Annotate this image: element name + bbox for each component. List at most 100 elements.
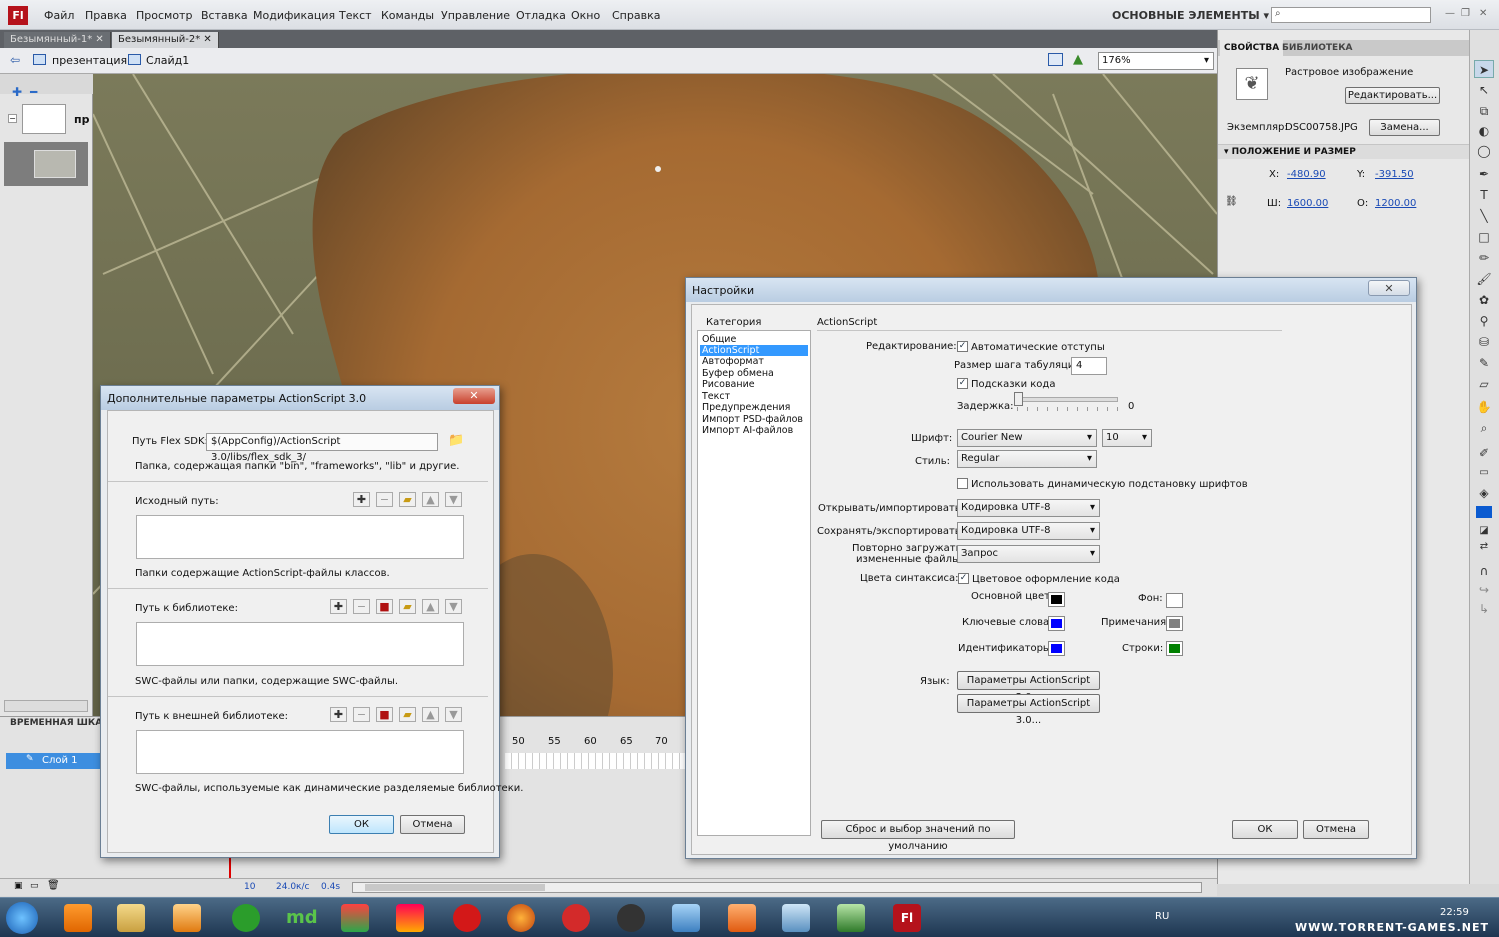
height-value[interactable]: 1200.00 bbox=[1375, 198, 1416, 209]
remove-path-icon[interactable]: − bbox=[353, 707, 370, 722]
new-folder-icon[interactable]: ▭ bbox=[30, 881, 39, 891]
media-player-icon[interactable] bbox=[173, 904, 201, 932]
remove-slide-icon[interactable]: ━ bbox=[30, 85, 37, 99]
remove-path-icon[interactable]: − bbox=[353, 599, 370, 614]
scene-name[interactable]: презентация bbox=[52, 54, 127, 67]
line-tool-icon[interactable]: ╲ bbox=[1474, 207, 1494, 225]
tab-document-2[interactable]: Безымянный-2* ✕ bbox=[112, 32, 219, 48]
selection-tool-icon[interactable]: ➤ bbox=[1474, 60, 1494, 78]
app-icon[interactable] bbox=[562, 904, 590, 932]
stroke-color-icon[interactable]: ✐ bbox=[1474, 444, 1494, 462]
syntax-coloring-checkbox[interactable]: ✓ bbox=[958, 573, 969, 584]
brush-tool-icon[interactable]: 🖌 bbox=[1474, 270, 1494, 288]
menu-window[interactable]: Окно bbox=[571, 9, 600, 22]
library-path-list[interactable] bbox=[136, 622, 464, 666]
md-icon[interactable]: md bbox=[286, 904, 318, 932]
current-frame[interactable]: 10 bbox=[244, 882, 255, 892]
app-icon[interactable] bbox=[341, 904, 369, 932]
delete-layer-icon[interactable]: 🗑 bbox=[47, 880, 60, 891]
collapse-icon[interactable]: − bbox=[8, 114, 17, 123]
cancel-button[interactable]: Отмена bbox=[400, 815, 465, 834]
width-value[interactable]: 1600.00 bbox=[1287, 198, 1328, 209]
lock-ratio-icon[interactable]: ⛓ bbox=[1225, 196, 1238, 207]
add-swc-icon[interactable]: ■ bbox=[376, 707, 393, 722]
app-icon[interactable] bbox=[837, 904, 865, 932]
clock[interactable]: 22:59 bbox=[1440, 907, 1469, 918]
free-transform-icon[interactable]: ⧉ bbox=[1474, 102, 1494, 120]
explorer-icon[interactable] bbox=[117, 904, 145, 932]
opera-icon[interactable] bbox=[453, 904, 481, 932]
slide-thumbnail-selected[interactable] bbox=[4, 142, 88, 186]
3d-rotation-icon[interactable]: ◐ bbox=[1474, 122, 1494, 140]
edit-symbol-icon[interactable]: ▲ bbox=[1073, 52, 1083, 67]
flash-taskbar-icon[interactable]: Fl bbox=[893, 904, 921, 932]
comments-swatch[interactable] bbox=[1166, 616, 1183, 631]
foreground-swatch[interactable] bbox=[1048, 592, 1065, 607]
menu-view[interactable]: Просмотр bbox=[136, 9, 192, 22]
move-down-icon[interactable]: ▼ bbox=[445, 707, 462, 722]
close-icon[interactable]: ✕ bbox=[1479, 8, 1487, 19]
cancel-button[interactable]: Отмена bbox=[1303, 820, 1369, 839]
slide-name[interactable]: Слайд1 bbox=[146, 54, 189, 67]
add-swc-icon[interactable]: ■ bbox=[376, 599, 393, 614]
start-button[interactable] bbox=[6, 902, 38, 934]
browse-folder-icon[interactable]: ▰ bbox=[399, 707, 416, 722]
text-tool-icon[interactable]: T bbox=[1474, 186, 1494, 204]
as3-settings-button[interactable]: Параметры ActionScript 3.0... bbox=[957, 694, 1100, 726]
workspace-switcher[interactable]: ОСНОВНЫЕ ЭЛЕМЕНТЫ ▾ bbox=[1112, 9, 1269, 22]
restore-icon[interactable]: ❐ bbox=[1461, 8, 1470, 19]
app-icon[interactable] bbox=[672, 904, 700, 932]
eraser-icon[interactable]: ▱ bbox=[1474, 375, 1494, 393]
category-clipboard[interactable]: Буфер обмена bbox=[700, 368, 808, 379]
section-position-size[interactable]: ▾ ПОЛОЖЕНИЕ И РАЗМЕР bbox=[1218, 144, 1470, 159]
move-up-icon[interactable]: ▲ bbox=[422, 492, 439, 507]
back-arrow-icon[interactable]: ⇦ bbox=[10, 53, 20, 67]
pencil-tool-icon[interactable]: ✏ bbox=[1474, 249, 1494, 267]
straighten-icon[interactable]: ↳ bbox=[1474, 600, 1494, 618]
fill-color-icon[interactable]: ◈ bbox=[1474, 484, 1494, 502]
category-actionscript[interactable]: ActionScript bbox=[700, 345, 808, 356]
menu-insert[interactable]: Вставка bbox=[201, 9, 248, 22]
category-general[interactable]: Общие bbox=[700, 334, 808, 345]
fill-swatch[interactable] bbox=[1476, 506, 1492, 518]
reset-defaults-button[interactable]: Сброс и выбор значений по умолчанию bbox=[821, 820, 1015, 852]
eyedropper-icon[interactable]: ✎ bbox=[1474, 354, 1494, 372]
menu-debug[interactable]: Отладка bbox=[516, 9, 566, 22]
menu-edit[interactable]: Правка bbox=[85, 9, 127, 22]
smooth-icon[interactable]: ↪ bbox=[1474, 581, 1494, 599]
font-select[interactable]: Courier New bbox=[957, 429, 1097, 447]
dialog-close-button[interactable]: ✕ bbox=[453, 388, 495, 404]
move-up-icon[interactable]: ▲ bbox=[422, 707, 439, 722]
paint-bucket-icon[interactable]: ⛁ bbox=[1474, 333, 1494, 351]
ok-button[interactable]: ОК bbox=[1232, 820, 1298, 839]
category-drawing[interactable]: Рисование bbox=[700, 379, 808, 390]
rectangle-tool-icon[interactable]: □ bbox=[1474, 228, 1494, 246]
add-slide-icon[interactable]: ✚ bbox=[12, 85, 22, 99]
tab-library[interactable]: БИБЛИОТЕКА bbox=[1282, 43, 1353, 53]
mail-icon[interactable] bbox=[728, 904, 756, 932]
open-encoding-select[interactable]: Кодировка UTF-8 bbox=[957, 499, 1100, 517]
dialog-titlebar[interactable]: Настройки bbox=[686, 278, 1416, 302]
save-encoding-select[interactable]: Кодировка UTF-8 bbox=[957, 522, 1100, 540]
add-path-icon[interactable]: ✚ bbox=[353, 492, 370, 507]
as2-settings-button[interactable]: Параметры ActionScript 2.0... bbox=[957, 671, 1100, 703]
y-value[interactable]: -391.50 bbox=[1375, 169, 1414, 180]
browse-folder-icon[interactable]: ▰ bbox=[399, 492, 416, 507]
help-search-input[interactable]: ⌕ bbox=[1271, 7, 1431, 23]
move-up-icon[interactable]: ▲ bbox=[422, 599, 439, 614]
minimize-icon[interactable]: — bbox=[1445, 8, 1455, 19]
utorrent-icon[interactable] bbox=[232, 904, 260, 932]
vlc-icon[interactable] bbox=[64, 904, 92, 932]
bone-tool-icon[interactable]: ⚲ bbox=[1474, 312, 1494, 330]
add-path-icon[interactable]: ✚ bbox=[330, 599, 347, 614]
add-path-icon[interactable]: ✚ bbox=[330, 707, 347, 722]
background-swatch[interactable] bbox=[1166, 593, 1183, 608]
browse-folder-icon[interactable]: ▰ bbox=[399, 599, 416, 614]
close-tab-icon[interactable]: ✕ bbox=[95, 34, 103, 45]
frame-cells[interactable] bbox=[505, 753, 685, 769]
menu-text[interactable]: Текст bbox=[339, 9, 372, 22]
subselection-tool-icon[interactable]: ↖ bbox=[1474, 81, 1494, 99]
font-size-select[interactable]: 10 bbox=[1102, 429, 1152, 447]
edit-scene-icon[interactable] bbox=[1048, 53, 1063, 66]
auto-indent-checkbox[interactable]: ✓ bbox=[957, 341, 968, 352]
